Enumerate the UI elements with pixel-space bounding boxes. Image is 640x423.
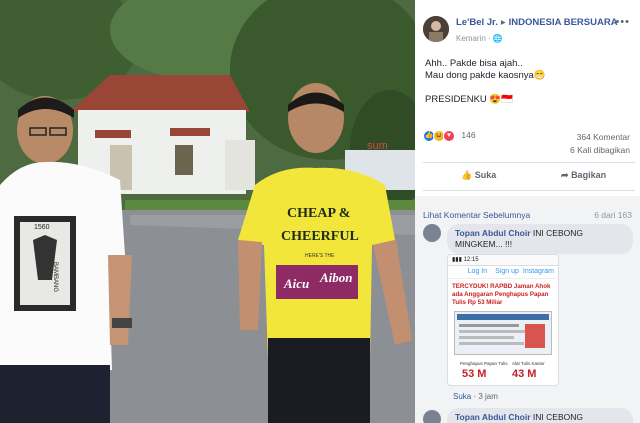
comment-bubble: Topan Abdul Choir INI CEBONG xyxy=(447,408,633,423)
post-text: Ahh.. Pakde bisa ajah.. Mau dong pakde k… xyxy=(425,58,635,106)
shirt-band-text2: Aibon xyxy=(320,270,353,285)
shirt-text-line3: HERE'S THE xyxy=(305,253,335,259)
comment-footer: Suka · 3 jam xyxy=(453,392,498,401)
budget-table-graphic xyxy=(457,314,549,348)
instagram-header: Instagram Sign up Log In xyxy=(448,266,558,279)
instagram-login: Log In xyxy=(467,268,488,275)
group-name[interactable]: INDONESIA BERSUARA xyxy=(509,17,618,28)
value-office-supplies: 43 M xyxy=(512,368,537,380)
photo-illustration xyxy=(0,0,415,423)
comment-like-link[interactable]: Suka xyxy=(453,392,471,401)
post-actions: 👍 Suka ➦ Bagikan xyxy=(423,166,635,186)
sign-text: sum xyxy=(367,140,388,152)
label-office-supplies: Alat Tulis Kantor xyxy=(512,361,545,366)
shirt-left-year: 1560 xyxy=(34,224,50,231)
post-text-line2: Mau dong pakde kaosnya😁 xyxy=(425,70,546,81)
like-label: Suka xyxy=(474,170,497,180)
reaction-count: 146 xyxy=(461,130,476,141)
post-photo[interactable]: CHEAP & CHEERFUL HERE'S THE Aicu Aibon 1… xyxy=(0,0,415,423)
facebook-post-panel: Le'Bel Jr. ▸ INDONESIA BERSUARA Kemarin · … xyxy=(415,0,640,423)
share-label: Bagikan xyxy=(571,170,607,180)
comment-author[interactable]: Topan Abdul Choir xyxy=(455,412,531,422)
thumbs-up-icon: 👍 xyxy=(461,170,473,180)
post-text-line1: Ahh.. Pakde bisa ajah.. xyxy=(425,58,523,69)
commenter-avatar[interactable] xyxy=(423,224,441,242)
divider xyxy=(423,190,635,191)
shirt-band-text1: Aicu xyxy=(284,276,310,291)
share-count[interactable]: 6 Kali dibagikan xyxy=(570,144,630,157)
comment-count[interactable]: 364 Komentar xyxy=(570,131,630,144)
post-header: Le'Bel Jr. ▸ INDONESIA BERSUARA Kemarin · … xyxy=(423,14,638,48)
attachment-values: Penghapus Papan Tulis Alat Tulis Kantor … xyxy=(448,361,558,385)
commenter-avatar[interactable] xyxy=(423,410,441,423)
share-arrow-icon: ➦ xyxy=(561,170,569,180)
comments-section: Lihat Komentar Sebelumnya 6 dari 163 Top… xyxy=(415,196,640,423)
comment-author[interactable]: Topan Abdul Choir xyxy=(455,228,531,238)
instagram-header-text: Instagram xyxy=(522,268,554,275)
like-button[interactable]: 👍 Suka xyxy=(461,170,496,181)
comment-bubble: Topan Abdul Choir INI CEBONG MINGKEM... … xyxy=(447,224,633,254)
post-time[interactable]: Kemarin xyxy=(456,34,486,43)
shirt-text-line1: CHEAP & xyxy=(287,206,351,221)
view-previous-comments-link[interactable]: Lihat Komentar Sebelumnya xyxy=(423,210,530,220)
comment-time[interactable]: 3 jam xyxy=(478,392,498,401)
author-line: Le'Bel Jr. ▸ INDONESIA BERSUARA xyxy=(456,17,618,28)
attachment-headline: TERCYDUK! RAPBD Jaman Ahok ada Anggaran … xyxy=(452,283,551,306)
attachment-screenshot xyxy=(454,311,552,355)
comment-pagination: 6 dari 163 xyxy=(594,210,632,220)
shirt-text-line2: CHEERFUL xyxy=(281,229,359,244)
label-eraser: Penghapus Papan Tulis xyxy=(460,361,508,366)
post-text-line3: PRESIDENKU 😍🇮🇩 xyxy=(425,94,514,105)
arrow-right-icon: ▸ xyxy=(500,17,506,28)
shirt-left-side: BAMBANG xyxy=(52,262,58,293)
divider xyxy=(423,162,635,163)
love-reaction-icon: ♥ xyxy=(443,130,455,142)
comment-image-attachment[interactable]: ▮▮▮ 12:15 Instagram Sign up Log In TERCYD… xyxy=(447,254,559,386)
post-stats: 364 Komentar 6 Kali dibagikan xyxy=(570,131,630,157)
more-options-button[interactable]: ••• xyxy=(615,16,630,28)
instagram-signup: Sign up xyxy=(495,268,519,275)
author-name[interactable]: Le'Bel Jr. xyxy=(456,17,498,28)
comment-text: INI CEBONG xyxy=(532,412,583,422)
globe-icon: 🌐 xyxy=(492,34,503,43)
value-eraser: 53 M xyxy=(462,368,487,380)
post-meta: Kemarin · 🌐 xyxy=(456,34,503,43)
phone-status-bar: ▮▮▮ 12:15 xyxy=(448,255,558,266)
author-avatar[interactable] xyxy=(423,16,449,42)
avatar-image xyxy=(423,16,449,42)
share-button[interactable]: ➦ Bagikan xyxy=(561,170,606,181)
